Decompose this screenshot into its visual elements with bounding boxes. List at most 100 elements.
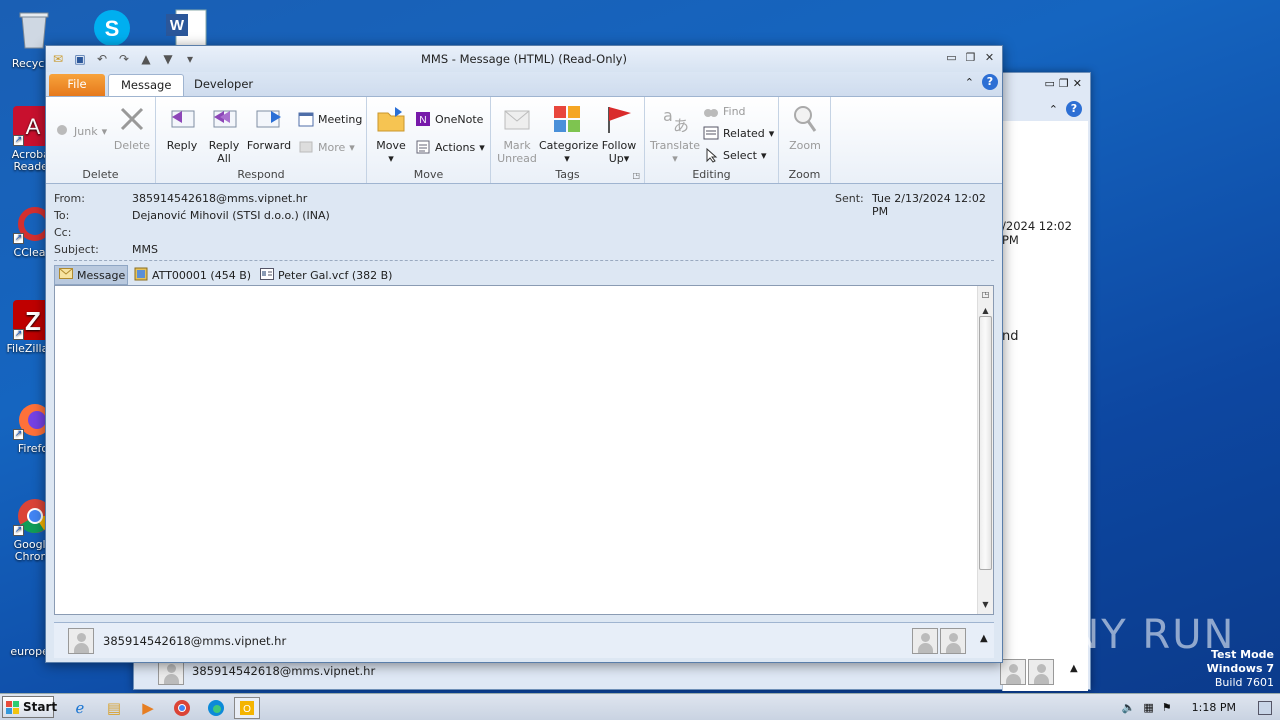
collapse-people-pane-icon[interactable]: ▲ <box>980 633 988 644</box>
junk-button[interactable]: Junk ▾ <box>54 123 107 139</box>
close-icon[interactable]: ✕ <box>981 50 998 65</box>
sent-label: Sent: <box>835 192 864 205</box>
outlook-icon[interactable]: O <box>234 697 260 719</box>
move-button[interactable]: Move ▾ <box>373 103 409 165</box>
message-body[interactable]: ◳ ▲ ▼ <box>54 285 994 615</box>
reply-button[interactable]: Reply <box>164 103 200 152</box>
cc-label: Cc: <box>54 226 72 239</box>
restore-icon[interactable]: ❐ <box>962 50 979 65</box>
onenote-button[interactable]: N OneNote <box>415 111 483 127</box>
skype-icon[interactable]: S <box>90 8 130 48</box>
bg-window-controls[interactable]: ▭ ❐ ✕ <box>1045 77 1083 90</box>
minimize-icon[interactable]: ▭ <box>1045 77 1055 90</box>
forward-button[interactable]: Forward <box>246 103 292 152</box>
from-label: From: <box>54 192 85 205</box>
related-button[interactable]: Related ▾ <box>703 125 774 141</box>
network-icon[interactable]: ▦ <box>1143 701 1153 714</box>
bg-sender-label: 385914542618@mms.vipnet.hr <box>192 664 376 678</box>
to-label: To: <box>54 209 70 222</box>
more-icon <box>298 139 314 155</box>
follow-up-button[interactable]: Follow Up▾ <box>599 103 639 165</box>
actions-button[interactable]: Actions ▾ <box>415 139 485 155</box>
message-window[interactable]: ✉ ▣ ↶ ↷ ▲ ▼ ▾ MMS - Message (HTML) (Read… <box>45 45 1003 663</box>
media-player-icon[interactable]: ▶ <box>136 697 160 719</box>
attachment-bar: Message ATT00001 (454 B) Peter Gal.vcf (… <box>54 260 994 285</box>
start-label: Start <box>23 700 58 714</box>
title-bar[interactable]: ✉ ▣ ↶ ↷ ▲ ▼ ▾ MMS - Message (HTML) (Read… <box>46 46 1002 72</box>
chrome-icon[interactable] <box>170 697 194 719</box>
translate-button[interactable]: aあ Translate ▾ <box>649 103 701 165</box>
attachment-vcard[interactable]: Peter Gal.vcf (382 B) <box>256 265 396 285</box>
avatar[interactable] <box>68 628 94 654</box>
group-label-editing: Editing <box>692 168 731 181</box>
collapse-ribbon-icon[interactable]: ⌃ <box>965 76 974 89</box>
zoom-button[interactable]: Zoom <box>785 103 825 152</box>
avatar[interactable] <box>1000 659 1026 685</box>
move-folder-icon <box>375 103 407 135</box>
svg-text:O: O <box>243 704 251 715</box>
follow-label: Follow <box>601 139 637 152</box>
avatar[interactable] <box>912 628 938 654</box>
reply-all-label: Reply <box>208 139 240 152</box>
taskbar: Start ℯ ▤ ▶ O 🔈 ▦ ⚑ 1:18 PM <box>0 693 1280 720</box>
avatar[interactable] <box>1028 659 1054 685</box>
delete-button[interactable]: Delete <box>112 103 152 152</box>
categorize-icon <box>551 103 583 135</box>
calendar-icon <box>298 111 314 127</box>
more-respond-button[interactable]: More ▾ <box>298 139 355 155</box>
help-icon[interactable]: ? <box>1066 101 1082 117</box>
bg-message-pane <box>1002 121 1088 691</box>
tab-message[interactable]: Message <box>108 74 185 96</box>
svg-text:W: W <box>170 17 185 34</box>
svg-text:a: a <box>663 106 673 125</box>
reply-all-button[interactable]: Reply All <box>206 103 242 165</box>
related-icon <box>703 125 719 141</box>
scroll-down-arrow[interactable]: ▼ <box>978 598 993 612</box>
minimize-icon[interactable]: ▭ <box>943 50 960 65</box>
help-icon[interactable]: ? <box>982 74 998 90</box>
to-value[interactable]: Dejanović Mihovil (STSI d.o.o.) (INA) <box>132 209 330 222</box>
action-center-flag-icon[interactable]: ⚑ <box>1162 701 1172 714</box>
group-label-delete: Delete <box>82 168 119 181</box>
tab-developer[interactable]: Developer <box>182 74 265 96</box>
word-doc-icon[interactable]: W <box>164 8 207 48</box>
svg-text:Z: Z <box>25 306 41 336</box>
more-label: More <box>318 140 346 154</box>
attachment-att00001[interactable]: ATT00001 (454 B) <box>130 265 255 285</box>
sent-value: Tue 2/13/2024 12:02 PM <box>872 192 986 218</box>
meeting-button[interactable]: Meeting <box>298 111 362 127</box>
speaker-icon[interactable]: 🔈 <box>1122 701 1136 714</box>
collapse-people-pane-icon[interactable]: ▲ <box>1070 663 1078 674</box>
tab-file[interactable]: File <box>49 74 105 96</box>
mark-unread-button[interactable]: Mark Unread <box>497 103 537 165</box>
dialog-launcher-icon[interactable]: ◳ <box>632 171 640 180</box>
restore-icon[interactable]: ❐ <box>1059 77 1069 90</box>
avatar[interactable] <box>940 628 966 654</box>
categorize-button[interactable]: Categorize ▾ <box>539 103 598 165</box>
clock[interactable]: 1:18 PM <box>1192 701 1236 714</box>
find-button[interactable]: Find <box>703 103 746 119</box>
internet-explorer-icon[interactable]: ℯ <box>68 697 92 719</box>
from-value[interactable]: 385914542618@mms.vipnet.hr <box>132 192 307 205</box>
scroll-thumb[interactable] <box>979 316 992 570</box>
collapse-ribbon-icon[interactable]: ⌃ <box>1049 103 1058 116</box>
close-icon[interactable]: ✕ <box>1073 77 1082 90</box>
subject-value: MMS <box>132 243 158 256</box>
scroll-options-icon[interactable]: ◳ <box>978 288 993 302</box>
unread-label: Unread <box>497 152 537 165</box>
reply-all-icon <box>208 103 240 135</box>
edge-icon[interactable] <box>204 697 228 719</box>
group-label-zoom: Zoom <box>788 168 821 181</box>
vertical-scrollbar[interactable]: ◳ ▲ ▼ <box>977 286 993 614</box>
related-label: Related <box>723 126 765 140</box>
select-button[interactable]: Select ▾ <box>703 147 766 163</box>
start-button[interactable]: Start <box>2 696 58 718</box>
recycle-bin-icon[interactable] <box>14 8 54 49</box>
onenote-label: OneNote <box>435 112 484 126</box>
show-desktop-button[interactable] <box>1258 700 1272 715</box>
mark-label: Mark <box>503 139 531 152</box>
junk-label: Junk <box>74 124 98 138</box>
explorer-folder-icon[interactable]: ▤ <box>102 697 126 719</box>
attachment-message[interactable]: Message <box>54 265 128 285</box>
junk-icon <box>54 123 70 139</box>
